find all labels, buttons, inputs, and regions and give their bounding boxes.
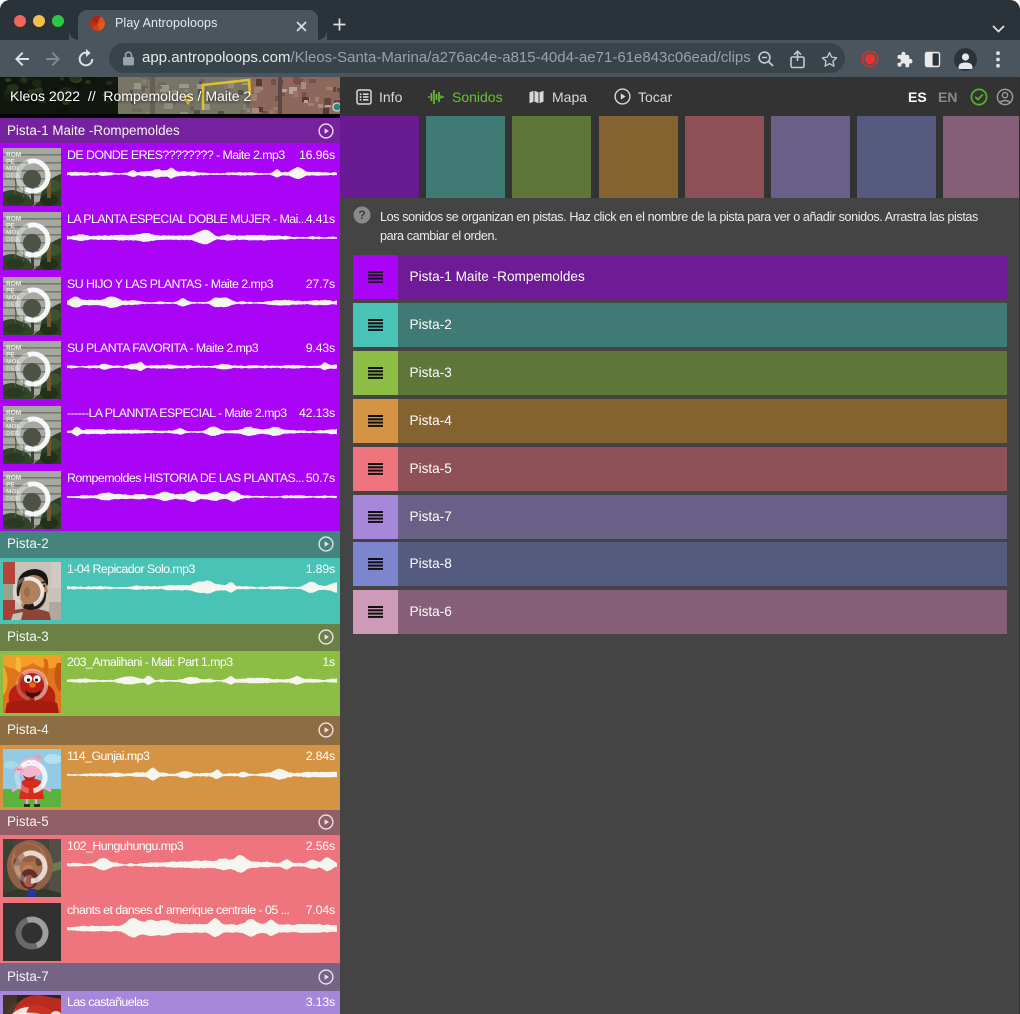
svg-text:PE: PE <box>6 287 15 294</box>
svg-text:ROM: ROM <box>6 345 21 352</box>
svg-text:PE: PE <box>6 481 15 488</box>
svg-text:PE: PE <box>6 158 15 165</box>
svg-text:PE: PE <box>6 417 15 424</box>
svg-text:PE: PE <box>6 352 15 359</box>
svg-text:PE: PE <box>6 223 15 230</box>
svg-text:ROM: ROM <box>6 410 21 417</box>
svg-text:ROM: ROM <box>6 151 21 158</box>
svg-text:ROM: ROM <box>6 216 21 223</box>
svg-text:ROM: ROM <box>6 474 21 481</box>
svg-text:ROM: ROM <box>6 280 21 287</box>
svg-text:?: ? <box>358 208 365 222</box>
